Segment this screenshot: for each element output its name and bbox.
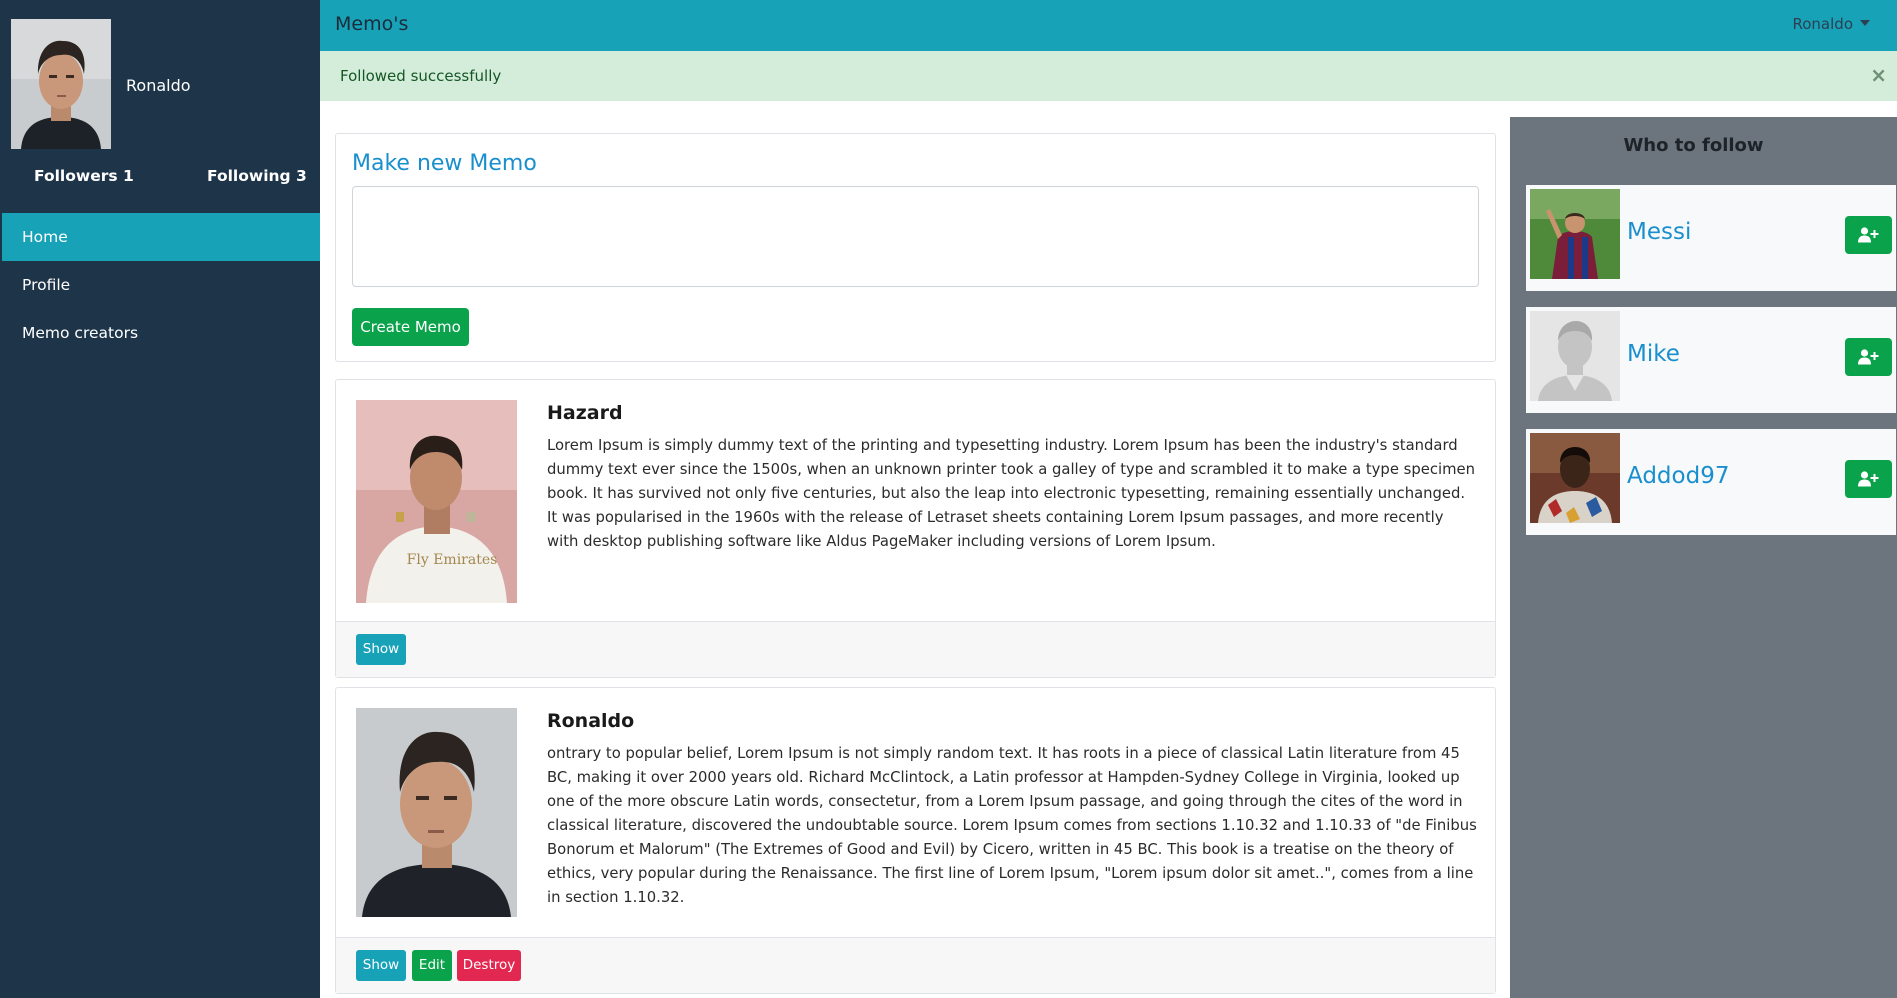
sidebar-nav: Home Profile Memo creators [2,213,320,357]
show-button[interactable]: Show [356,950,406,981]
memo-actions: Show Edit Destroy [336,937,1495,993]
user-plus-icon [1858,349,1879,365]
create-memo-button[interactable]: Create Memo [352,308,469,346]
memo-author[interactable]: Hazard [547,402,623,424]
who-to-follow-title: Who to follow [1623,135,1764,156]
success-alert: Followed successfully × [320,51,1897,101]
caret-down-icon [1860,20,1870,26]
user-plus-icon [1858,227,1879,243]
new-memo-title: Make new Memo [352,151,537,176]
memo-body: Lorem Ipsum is simply dummy text of the … [547,437,1475,550]
memo-actions: Show [336,621,1495,677]
new-memo-form: Make new Memo Create Memo [335,133,1496,362]
user-menu-dropdown[interactable]: Ronaldo [1792,15,1870,33]
follow-suggestion: Mike [1526,307,1896,413]
sidebar-item-profile[interactable]: Profile [2,261,320,309]
app-title[interactable]: Memo's [335,13,408,35]
follow-suggestion: Messi [1526,185,1896,291]
destroy-button[interactable]: Destroy [457,950,521,981]
follow-button[interactable] [1845,216,1892,254]
user-plus-icon [1858,471,1879,487]
shirt-sponsor-text: Fly Emirates [407,552,498,568]
top-navbar: Memo's Ronaldo [320,0,1897,51]
profile-name: Ronaldo [126,76,191,95]
memo-body: ontrary to popular belief, Lorem Ipsum i… [547,745,1477,906]
memo-author-photo [356,708,517,917]
user-menu-label: Ronaldo [1792,15,1854,33]
follow-user-name[interactable]: Messi [1627,219,1691,245]
follow-user-photo[interactable] [1530,311,1620,401]
alert-message: Followed successfully [340,67,502,85]
follow-suggestion: Addod97 [1526,429,1896,535]
memo-author-photo: Fly Emirates [356,400,517,603]
show-button[interactable]: Show [356,634,406,665]
follow-user-photo[interactable] [1530,433,1620,523]
follow-button[interactable] [1845,338,1892,376]
close-icon[interactable]: × [1870,63,1887,87]
followers-count[interactable]: Followers 1 [34,167,134,185]
who-to-follow-panel: Who to follow Messi Mike Addod97 [1510,117,1897,998]
sidebar-item-memo-creators[interactable]: Memo creators [2,309,320,357]
memo-card: Fly Emirates Hazard Lorem Ipsum is simpl… [335,379,1496,678]
following-count[interactable]: Following 3 [207,167,307,185]
follow-user-name[interactable]: Addod97 [1627,463,1729,489]
follow-user-photo[interactable] [1530,189,1620,279]
memo-author[interactable]: Ronaldo [547,710,634,732]
sidebar-item-home[interactable]: Home [2,213,320,261]
sidebar: Ronaldo Followers 1 Following 3 Home Pro… [0,0,320,998]
memo-textarea[interactable] [352,186,1479,287]
memo-card: Ronaldo ontrary to popular belief, Lorem… [335,687,1496,994]
follow-user-name[interactable]: Mike [1627,341,1680,367]
profile-avatar[interactable] [11,19,111,149]
edit-button[interactable]: Edit [412,950,452,981]
follow-button[interactable] [1845,460,1892,498]
